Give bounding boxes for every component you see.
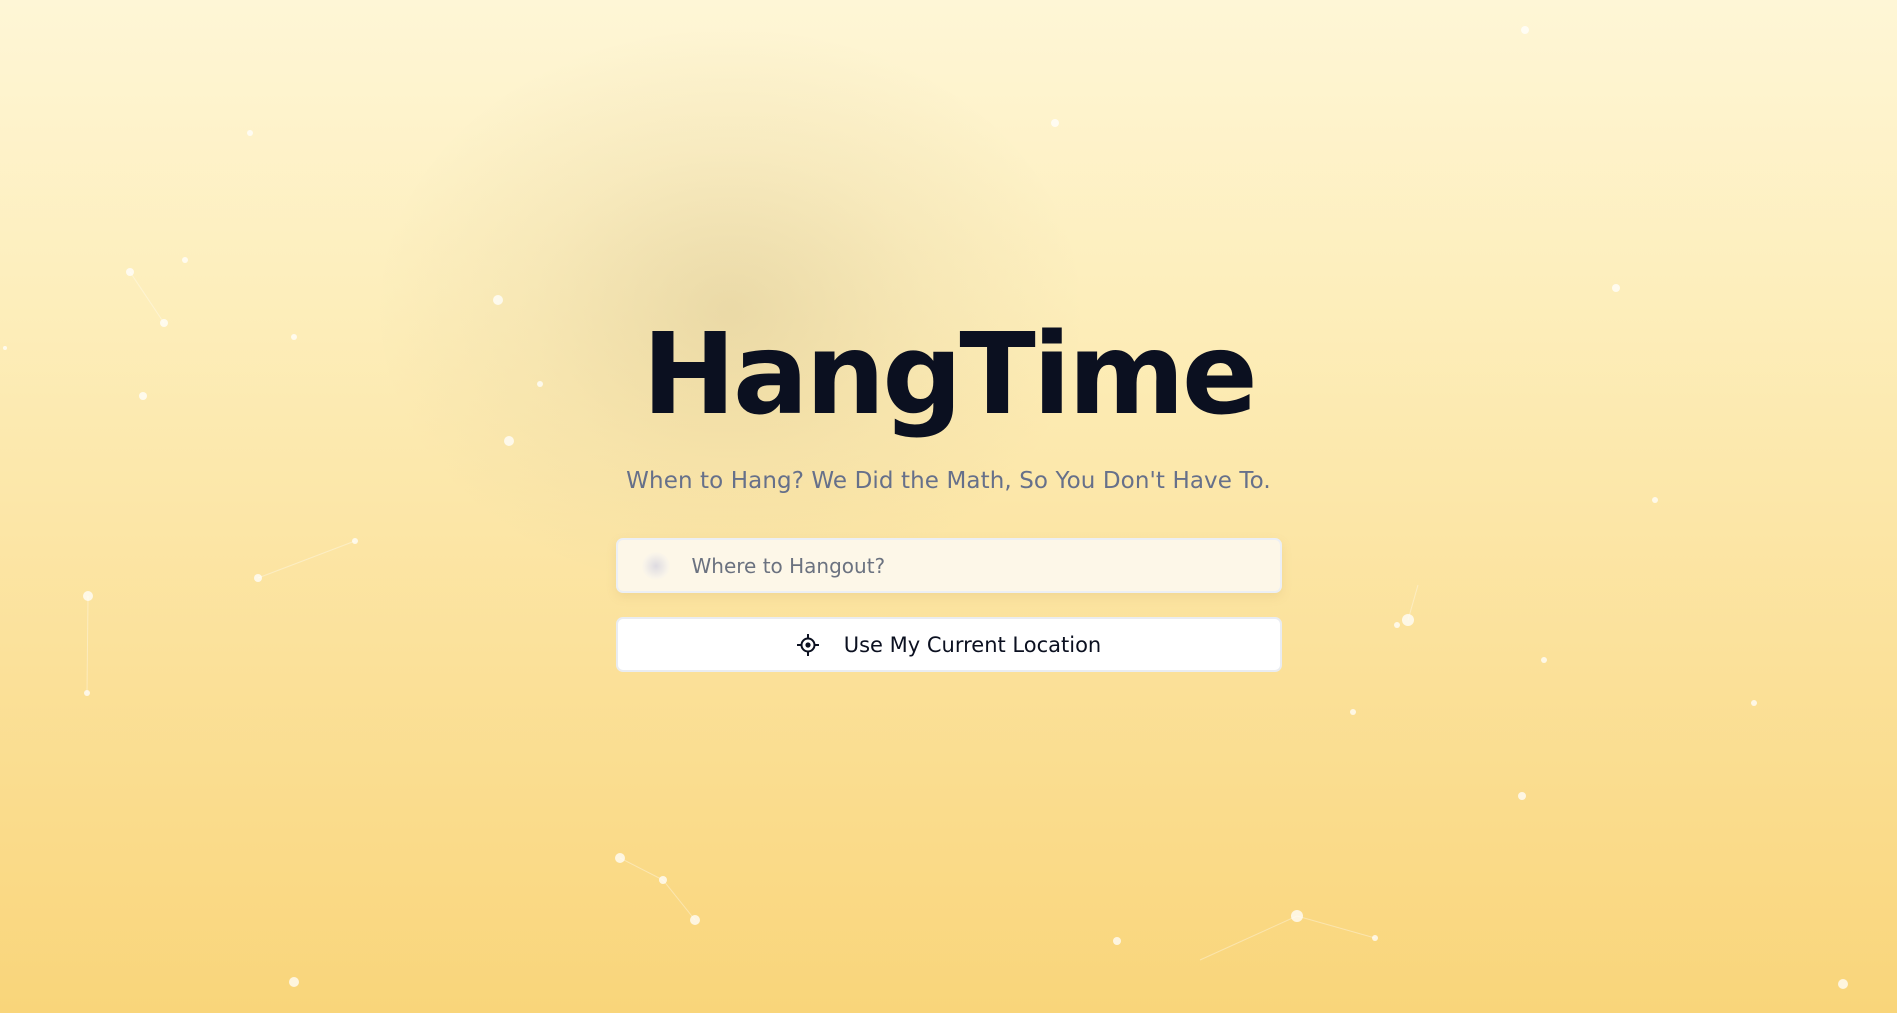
app-tagline: When to Hang? We Did the Math, So You Do… xyxy=(626,468,1271,494)
hero-section: HangTime When to Hang? We Did the Math, … xyxy=(0,300,1897,672)
crosshair-icon xyxy=(796,633,820,657)
search-input[interactable] xyxy=(689,539,1280,592)
search-icon xyxy=(641,551,670,580)
use-current-location-label: Use My Current Location xyxy=(843,632,1102,657)
app-title: HangTime xyxy=(642,310,1258,440)
search-box[interactable] xyxy=(615,538,1282,593)
use-current-location-button[interactable]: Use My Current Location xyxy=(615,617,1282,672)
